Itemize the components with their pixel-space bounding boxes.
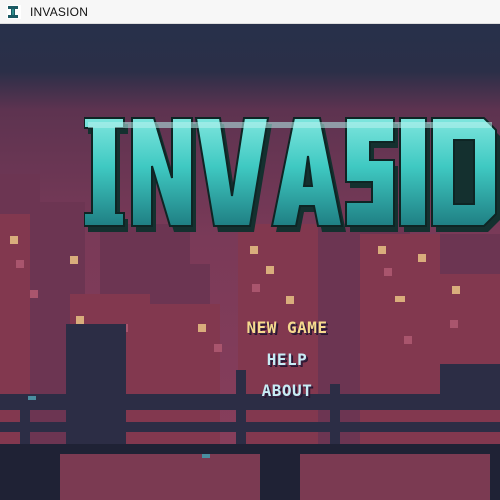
menu-help[interactable]: HELP [267, 352, 308, 368]
window-titlebar: INVASION [0, 0, 500, 24]
window-title: INVASION [30, 4, 89, 19]
game-canvas[interactable]: NEW GAME HELP ABOUT [0, 24, 500, 500]
city-background [0, 24, 500, 500]
menu-new-game[interactable]: NEW GAME [246, 320, 327, 336]
menu-about[interactable]: ABOUT [262, 383, 313, 399]
app-icon [7, 4, 21, 19]
invasion-logo [84, 117, 500, 232]
main-menu: NEW GAME HELP ABOUT [228, 320, 346, 414]
